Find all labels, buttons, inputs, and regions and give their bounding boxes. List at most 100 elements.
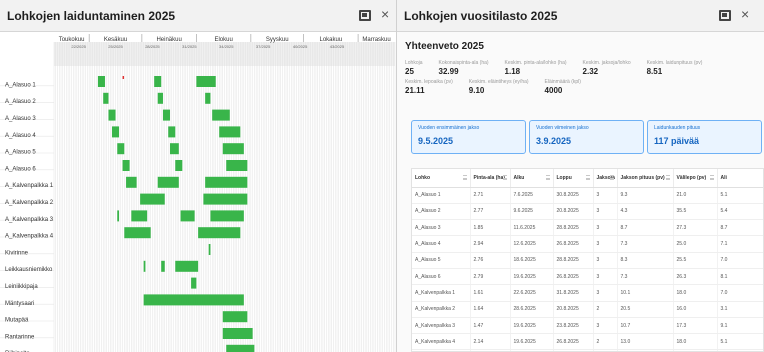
column-menu-icon[interactable] (585, 175, 590, 180)
table-cell: A_Alasuo 4 (412, 235, 471, 253)
column-header[interactable]: Pinta-ala (ha) (470, 169, 511, 188)
summary-stat: Kokonaispinta-ala (ha) 32.99 (439, 60, 489, 76)
table-row[interactable]: A_Kalvenpalkka 4 2.14 19.6.2025 26.8.2025 2 1… (412, 333, 763, 351)
table-cell: 3 (593, 235, 618, 253)
grazing-bar[interactable] (212, 109, 230, 121)
grazing-bar[interactable] (196, 76, 216, 87)
grazing-bar[interactable] (124, 227, 151, 239)
week-label: 28/2025 (145, 44, 160, 49)
summary-stat: Keskim. jaksoja/lohko 2.32 (583, 60, 631, 76)
table-cell: 7.3 (617, 268, 674, 286)
grazing-bar[interactable] (222, 311, 248, 323)
grazing-bar[interactable] (112, 126, 120, 138)
grazing-bar[interactable] (154, 76, 162, 87)
column-header[interactable]: Jakson pituus (pv) (617, 169, 674, 188)
grazing-bar[interactable] (117, 143, 125, 155)
grazing-bar[interactable] (108, 109, 116, 121)
season-card: Vuoden ensimmäinen jakso 9.5.2025 (411, 120, 526, 154)
grazing-bar[interactable] (222, 328, 253, 339)
table-cell: 1.61 (470, 284, 511, 302)
column-header[interactable]: Ali (717, 169, 763, 188)
column-menu-icon[interactable] (709, 175, 714, 180)
grazing-bar[interactable] (210, 210, 244, 222)
table-cell: A_Alasuo 2 (412, 203, 471, 221)
column-menu-icon[interactable] (545, 175, 550, 180)
grazing-bar[interactable] (157, 92, 163, 104)
grazing-bar[interactable] (168, 126, 176, 138)
table-body: A_Alasuo 1 2.71 7.6.2025 30.8.2025 3 9.3 21.0 5… (412, 187, 763, 351)
grazing-bar[interactable] (161, 260, 165, 272)
table-row[interactable]: A_Alasuo 3 1.85 11.6.2025 28.8.2025 3 8.7 27.3… (412, 219, 763, 237)
statistics-table: Lohko Pinta-ala (ha) Alku Loppu Jaksoja Jakso… (412, 169, 763, 351)
grazing-bar[interactable] (122, 160, 130, 171)
grazing-bar[interactable] (208, 244, 211, 255)
season-card-label: Vuoden ensimmäinen jakso (418, 125, 480, 131)
column-header[interactable]: Jaksoja (593, 169, 618, 188)
table-row[interactable]: A_Kalvenpalkka 1 1.61 22.6.2025 31.8.2025 3 1… (412, 284, 763, 302)
table-row[interactable]: A_Kalvenpalkka 2 1.64 28.6.2025 20.8.2025 2 2… (412, 301, 763, 318)
grazing-bar[interactable] (191, 277, 197, 289)
column-menu-icon[interactable] (502, 175, 507, 180)
grazing-bar[interactable] (205, 92, 211, 104)
column-menu-icon[interactable] (665, 175, 670, 180)
gantt-row-label: Leikkausniemikko (5, 267, 53, 273)
table-cell: 28.8.2025 (553, 252, 594, 269)
summary-stat-value: 2.32 (582, 67, 599, 76)
grazing-bar[interactable] (175, 260, 199, 272)
close-icon[interactable]: × (741, 7, 749, 21)
grazing-bar[interactable] (143, 260, 146, 272)
close-icon[interactable]: × (381, 7, 389, 21)
summary-stat-label: Eläinmäärä (kpl) (544, 79, 581, 85)
column-menu-icon[interactable] (609, 175, 614, 180)
grazing-bar[interactable] (226, 344, 255, 352)
grazing-bar[interactable] (143, 294, 244, 306)
table-cell: 9.3 (617, 187, 674, 204)
table-cell: 20.5 (617, 301, 674, 318)
grazing-bar[interactable] (140, 193, 165, 205)
window-icon[interactable] (719, 10, 731, 21)
table-row[interactable]: A_Alasuo 1 2.71 7.6.2025 30.8.2025 3 9.3 21.0 5… (412, 187, 763, 204)
statistics-table-container[interactable]: Lohko Pinta-ala (ha) Alku Loppu Jaksoja Jakso… (411, 168, 764, 352)
grazing-bar[interactable] (162, 109, 171, 121)
grazing-bar[interactable] (131, 210, 148, 222)
column-header[interactable]: Loppu (553, 169, 594, 188)
table-row[interactable]: A_Kalvenpalkka 3 1.47 19.6.2025 23.8.2025 3 1… (412, 317, 763, 335)
grazing-bar[interactable] (219, 126, 241, 138)
table-cell: 2.76 (470, 252, 511, 269)
grazing-bar[interactable] (126, 176, 137, 188)
table-cell: 2 (593, 301, 618, 318)
grazing-bar[interactable] (198, 227, 241, 239)
table-cell: 13.0 (617, 333, 674, 351)
grazing-bar[interactable] (222, 143, 244, 155)
grazing-bar[interactable] (97, 76, 105, 87)
summary-stat: Keskim. eläintiheys (ey/ha) 9.10 (469, 79, 529, 95)
table-cell: 26.8.2025 (553, 235, 594, 253)
gantt-row-label: A_Kalvenpalkka 4 (5, 234, 54, 240)
table-row[interactable]: A_Alasuo 2 2.77 9.6.2025 20.8.2025 3 4.3 35.5 5… (412, 203, 763, 221)
table-row[interactable]: A_Alasuo 6 2.79 19.6.2025 26.8.2025 3 7.3 26.3… (412, 268, 763, 286)
grazing-bar[interactable] (203, 193, 248, 205)
grazing-bar[interactable] (226, 160, 248, 171)
grazing-bar[interactable] (117, 210, 120, 222)
column-header[interactable]: Alku (510, 169, 554, 188)
table-cell: 1.85 (470, 219, 511, 237)
grazing-bar[interactable] (175, 160, 183, 171)
column-header[interactable]: Välilepo (pv) (673, 169, 718, 188)
week-label: 25/2025 (108, 44, 123, 49)
column-header-label: Lohko (415, 174, 430, 181)
window-icon[interactable] (359, 10, 371, 21)
grazing-bar[interactable] (205, 176, 248, 188)
summary-stat-label: Keskim. lepoaika (pv) (405, 79, 453, 85)
column-header[interactable]: Lohko (412, 169, 471, 188)
season-card-label: Vuoden viimeinen jakso (536, 125, 589, 131)
grazing-bar[interactable] (170, 143, 179, 155)
table-cell: 35.5 (673, 203, 718, 221)
table-cell: 20.8.2025 (553, 203, 594, 221)
grazing-bar[interactable] (180, 210, 195, 222)
month-label: Syyskuu (266, 37, 289, 43)
table-row[interactable]: A_Alasuo 5 2.76 18.6.2025 28.8.2025 3 8.3 25.5… (412, 252, 763, 269)
table-row[interactable]: A_Alasuo 4 2.94 12.6.2025 26.8.2025 3 7.3 25.0… (412, 235, 763, 253)
grazing-bar[interactable] (157, 176, 179, 188)
grazing-bar[interactable] (103, 92, 109, 104)
column-menu-icon[interactable] (462, 175, 467, 180)
